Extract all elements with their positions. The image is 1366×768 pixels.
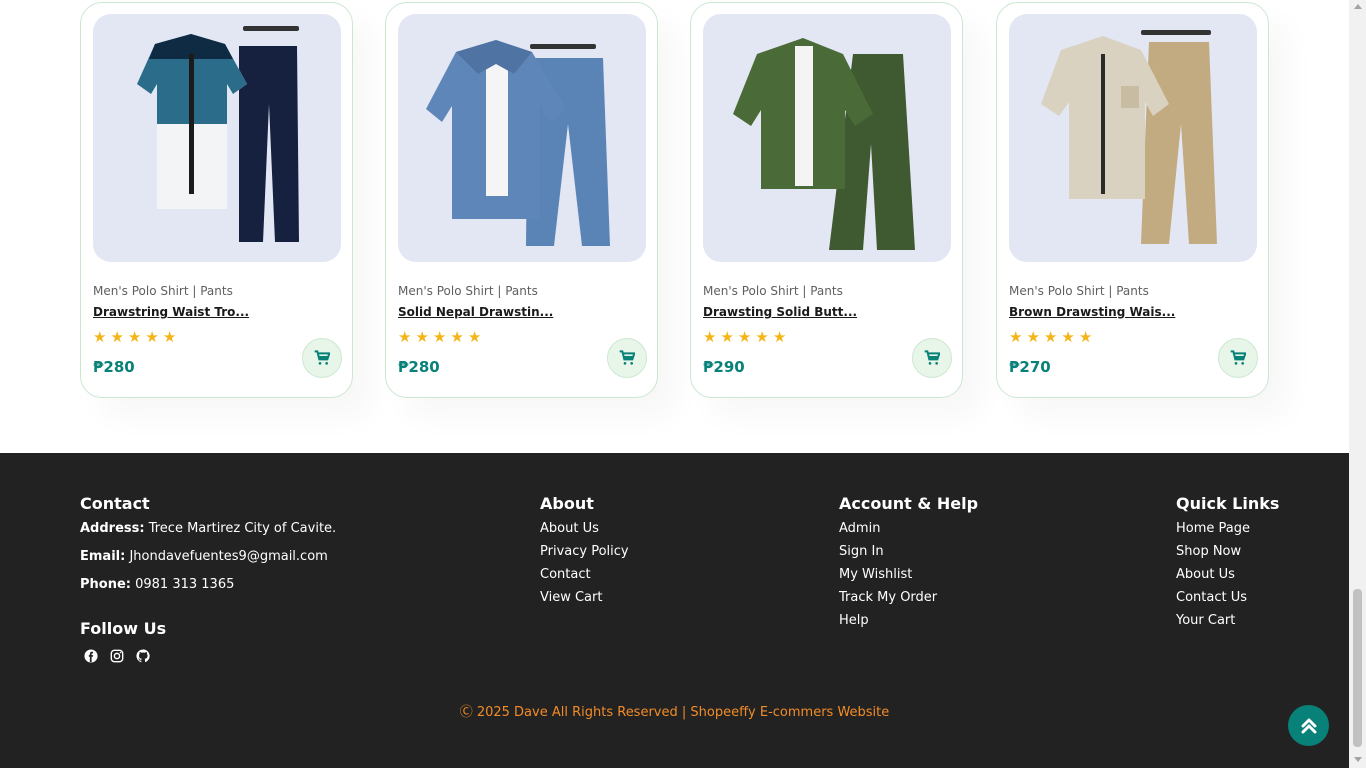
- star-icon: ★: [737, 328, 752, 346]
- product-brand: Men's Polo Shirt | Pants: [93, 284, 233, 298]
- star-icon: ★: [93, 328, 107, 346]
- about-heading: About: [540, 494, 594, 513]
- star-icon: ★: [1009, 328, 1023, 346]
- footer-link-about-us-quick[interactable]: About Us: [1176, 567, 1279, 583]
- product-brand: Men's Polo Shirt | Pants: [703, 284, 843, 298]
- address-value: Trece Martirez City of Cavite.: [144, 521, 337, 536]
- quick-links-heading: Quick Links: [1176, 494, 1280, 513]
- star-icon: ★: [1026, 328, 1040, 346]
- star-icon: ★: [415, 328, 429, 346]
- product-price: ₱280: [398, 358, 440, 376]
- product-rating: ★ ★ ★ ★ ★: [1009, 328, 1092, 346]
- product-card[interactable]: Men's Polo Shirt | Pants Drawstring Wais…: [80, 2, 353, 398]
- scroll-up-arrow-icon[interactable]: [1354, 4, 1362, 9]
- add-to-cart-button[interactable]: [912, 338, 952, 378]
- follow-section: Follow Us: [80, 619, 166, 663]
- follow-heading: Follow Us: [80, 619, 167, 638]
- footer-link-privacy-policy[interactable]: Privacy Policy: [540, 544, 629, 560]
- star-icon: ★: [1043, 328, 1058, 346]
- scroll-down-arrow-icon[interactable]: [1354, 757, 1362, 762]
- instagram-icon[interactable]: [110, 649, 124, 663]
- product-price: ₱280: [93, 358, 135, 376]
- star-icon: ★: [467, 328, 482, 346]
- product-price: ₱290: [703, 358, 745, 376]
- star-icon: ★: [703, 328, 717, 346]
- contact-heading: Contact: [80, 494, 150, 513]
- footer-link-contact-us[interactable]: Contact Us: [1176, 590, 1279, 606]
- product-title[interactable]: Drawstring Waist Tro...: [93, 305, 249, 319]
- footer-link-contact[interactable]: Contact: [540, 567, 629, 583]
- facebook-icon[interactable]: [84, 649, 98, 663]
- email-label: Email:: [80, 549, 126, 564]
- email-value: Jhondavefuentes9@gmail.com: [125, 549, 328, 564]
- star-icon: ★: [145, 328, 159, 346]
- about-column: About About Us Privacy Policy Contact Vi…: [540, 494, 629, 613]
- page-scrollbar[interactable]: [1349, 0, 1366, 768]
- address-label: Address:: [80, 521, 145, 536]
- scroll-to-top-button[interactable]: [1288, 705, 1329, 746]
- star-icon: ★: [162, 328, 177, 346]
- double-chevron-up-icon: [1301, 718, 1316, 733]
- star-icon: ★: [127, 328, 142, 346]
- product-image[interactable]: [703, 14, 951, 262]
- footer-link-shop-now[interactable]: Shop Now: [1176, 544, 1279, 560]
- phone-value: 0981 313 1365: [130, 577, 235, 592]
- star-icon: ★: [755, 328, 769, 346]
- cart-icon: [924, 350, 940, 365]
- account-heading: Account & Help: [839, 494, 979, 513]
- account-column: Account & Help Admin Sign In My Wishlist…: [839, 494, 978, 636]
- product-card[interactable]: Men's Polo Shirt | Pants Solid Nepal Dra…: [385, 2, 658, 398]
- footer-link-admin[interactable]: Admin: [839, 521, 978, 537]
- star-icon: ★: [110, 328, 124, 346]
- product-section: Men's Polo Shirt | Pants Drawstring Wais…: [0, 0, 1349, 453]
- product-title[interactable]: Brown Drawsting Wais...: [1009, 305, 1175, 319]
- star-icon: ★: [450, 328, 464, 346]
- contact-address: Address: Trece Martirez City of Cavite.: [80, 521, 336, 537]
- social-icons: [80, 649, 166, 663]
- product-title[interactable]: Solid Nepal Drawstin...: [398, 305, 553, 319]
- product-image[interactable]: [93, 14, 341, 262]
- footer-link-home-page[interactable]: Home Page: [1176, 521, 1279, 537]
- product-card[interactable]: Men's Polo Shirt | Pants Drawsting Solid…: [690, 2, 963, 398]
- scrollbar-thumb[interactable]: [1353, 589, 1362, 747]
- product-image[interactable]: [1009, 14, 1257, 262]
- footer-link-help[interactable]: Help: [839, 613, 978, 629]
- product-rating: ★ ★ ★ ★ ★: [703, 328, 786, 346]
- phone-label: Phone:: [80, 577, 131, 592]
- product-image[interactable]: [398, 14, 646, 262]
- add-to-cart-button[interactable]: [607, 338, 647, 378]
- product-price: ₱270: [1009, 358, 1051, 376]
- product-card[interactable]: Men's Polo Shirt | Pants Brown Drawsting…: [996, 2, 1269, 398]
- contact-phone: Phone: 0981 313 1365: [80, 577, 336, 593]
- footer-link-your-cart[interactable]: Your Cart: [1176, 613, 1279, 629]
- footer-link-view-cart[interactable]: View Cart: [540, 590, 629, 606]
- cart-icon: [619, 350, 635, 365]
- star-icon: ★: [1078, 328, 1093, 346]
- star-icon: ★: [398, 328, 412, 346]
- github-icon[interactable]: [136, 649, 150, 663]
- star-icon: ★: [720, 328, 734, 346]
- add-to-cart-button[interactable]: [1218, 338, 1258, 378]
- footer-link-my-wishlist[interactable]: My Wishlist: [839, 567, 978, 583]
- cart-icon: [1230, 350, 1246, 365]
- product-rating: ★ ★ ★ ★ ★: [398, 328, 481, 346]
- contact-email: Email: Jhondavefuentes9@gmail.com: [80, 549, 336, 565]
- footer-link-sign-in[interactable]: Sign In: [839, 544, 978, 560]
- add-to-cart-button[interactable]: [302, 338, 342, 378]
- star-icon: ★: [432, 328, 447, 346]
- product-brand: Men's Polo Shirt | Pants: [1009, 284, 1149, 298]
- copyright-text: Ⓒ 2025 Dave All Rights Reserved | Shopee…: [459, 705, 890, 720]
- product-title[interactable]: Drawsting Solid Butt...: [703, 305, 857, 319]
- star-icon: ★: [772, 328, 787, 346]
- site-footer: Contact Address: Trece Martirez City of …: [0, 453, 1349, 768]
- star-icon: ★: [1061, 328, 1075, 346]
- contact-column: Contact Address: Trece Martirez City of …: [80, 494, 336, 605]
- cart-icon: [314, 350, 330, 365]
- product-brand: Men's Polo Shirt | Pants: [398, 284, 538, 298]
- product-rating: ★ ★ ★ ★ ★: [93, 328, 176, 346]
- footer-link-about-us[interactable]: About Us: [540, 521, 629, 537]
- footer-link-track-my-order[interactable]: Track My Order: [839, 590, 978, 606]
- quick-links-column: Quick Links Home Page Shop Now About Us …: [1176, 494, 1279, 636]
